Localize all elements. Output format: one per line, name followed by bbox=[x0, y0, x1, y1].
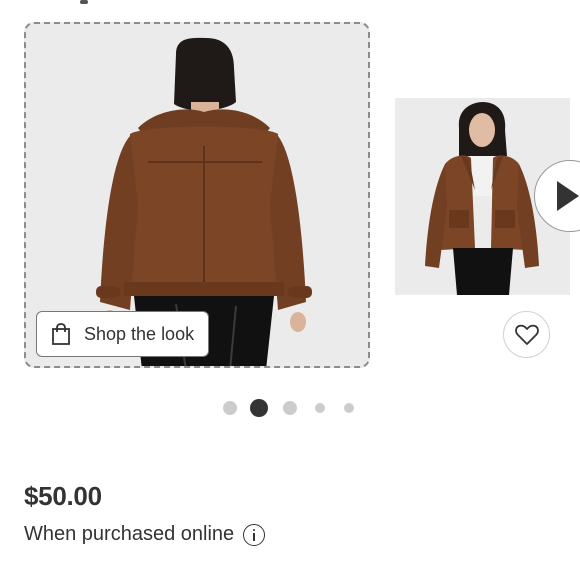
shop-the-look-button[interactable]: Shop the look bbox=[36, 311, 209, 357]
product-title-fragment bbox=[40, 0, 100, 6]
carousel-pagination bbox=[223, 399, 358, 419]
carousel-dot-5[interactable] bbox=[344, 403, 354, 413]
purchase-note: When purchased online bbox=[24, 523, 266, 546]
shopping-bag-icon bbox=[52, 323, 70, 345]
add-to-favorites-button[interactable] bbox=[503, 311, 550, 358]
carousel-dot-2[interactable] bbox=[250, 399, 268, 417]
play-icon bbox=[557, 181, 579, 211]
carousel-dot-3[interactable] bbox=[283, 401, 297, 415]
shop-the-look-label: Shop the look bbox=[84, 323, 195, 344]
carousel-dot-1[interactable] bbox=[223, 401, 237, 415]
heart-icon bbox=[514, 324, 539, 345]
info-icon[interactable] bbox=[243, 523, 266, 546]
product-price: $50.00 bbox=[24, 481, 102, 511]
product-page: Shop the look $50.00 When purchased onli… bbox=[0, 0, 580, 580]
purchase-note-text: When purchased online bbox=[24, 523, 235, 545]
carousel-dot-4[interactable] bbox=[315, 403, 325, 413]
